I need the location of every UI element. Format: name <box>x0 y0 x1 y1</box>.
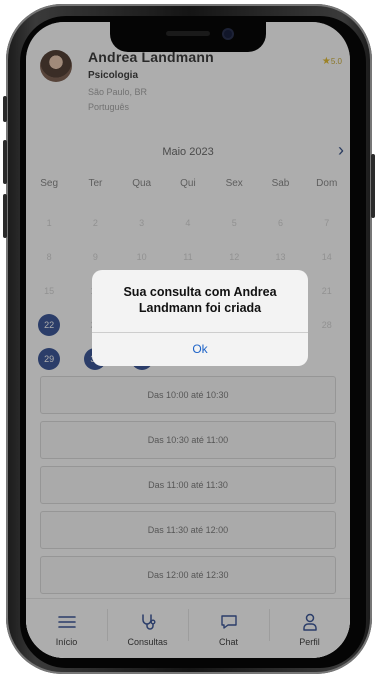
speaker-grill <box>166 31 210 36</box>
ok-button[interactable]: Ok <box>92 333 308 366</box>
front-camera <box>224 30 232 38</box>
confirmation-dialog: Sua consulta com Andrea Landmann foi cri… <box>92 270 308 366</box>
volume-up-button <box>3 140 7 184</box>
app-screen: Andrea Landmann Psicologia São Paulo, BR… <box>26 22 350 658</box>
volume-down-button <box>3 194 7 238</box>
notch <box>110 22 266 52</box>
dialog-message: Sua consulta com Andrea Landmann foi cri… <box>123 285 277 315</box>
power-button <box>371 154 375 218</box>
mute-switch <box>3 96 7 122</box>
